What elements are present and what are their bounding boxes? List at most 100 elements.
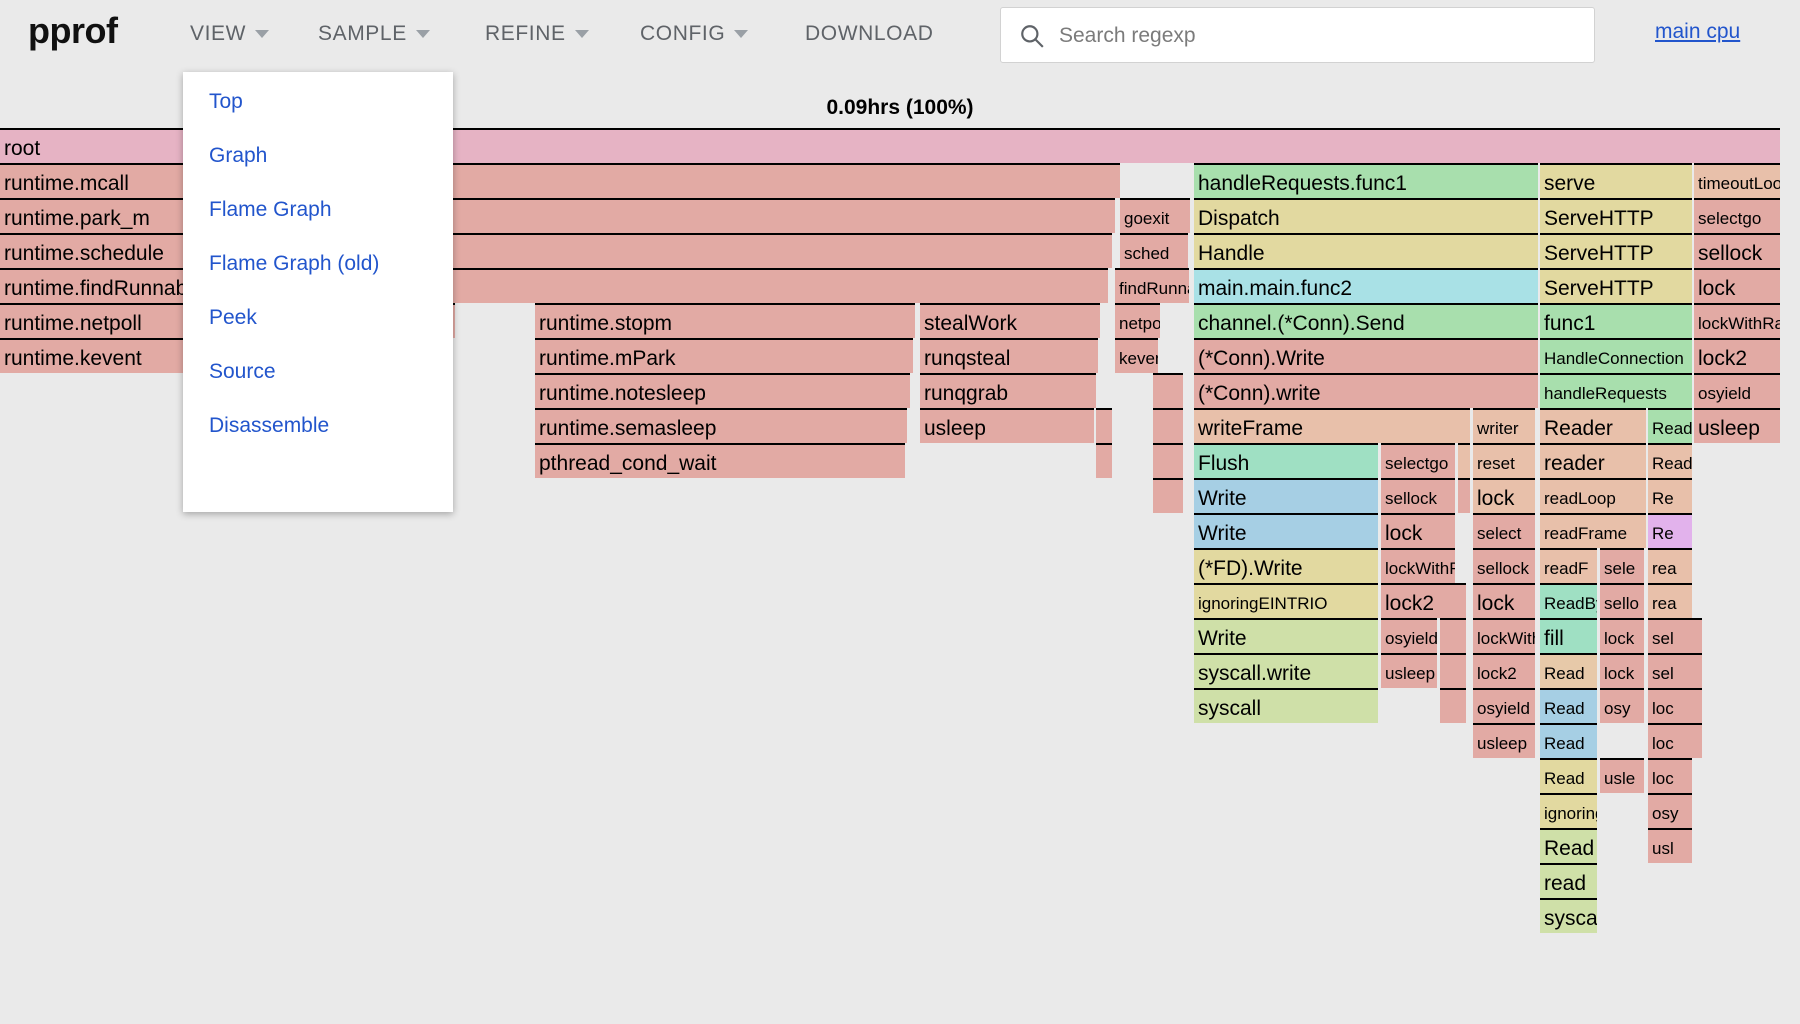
flame-frame[interactable]: ignoringEINTRIO [1540, 793, 1597, 828]
flame-frame[interactable]: syscall [1540, 898, 1597, 933]
menu-sample[interactable]: SAMPLE [318, 22, 430, 46]
flame-frame[interactable]: handleRequests.func1 [1194, 163, 1538, 198]
flame-frame[interactable]: runtime.stopm [535, 303, 915, 338]
view-dropdown-menu[interactable]: Top Graph Flame Graph Flame Graph (old) Peek… [183, 72, 453, 512]
flame-frame[interactable]: sched [1120, 233, 1188, 268]
flame-frame[interactable]: Read [1540, 653, 1597, 688]
flame-frame[interactable]: syscall.write [1194, 653, 1378, 688]
flame-frame[interactable]: lock [1600, 618, 1644, 653]
flame-frame[interactable]: osyield [1381, 618, 1437, 653]
flame-frame[interactable]: selectgo [1694, 198, 1780, 233]
menu-config[interactable]: CONFIG [640, 22, 749, 46]
flame-frame[interactable]: HandleConnection [1540, 338, 1692, 373]
flame-frame[interactable]: runtime.notesleep [535, 373, 910, 408]
flame-frame[interactable]: stealWork [920, 303, 1100, 338]
flame-frame[interactable]: runtime.findRunnable [0, 268, 1108, 303]
flame-frame[interactable]: Write [1194, 478, 1378, 513]
flame-frame-unlabeled[interactable] [1440, 653, 1466, 688]
flame-frame[interactable]: Re [1648, 513, 1692, 548]
flame-frame[interactable]: goexit [1120, 198, 1190, 233]
flame-frame-unlabeled[interactable] [1096, 408, 1112, 443]
flame-frame[interactable]: lock [1473, 583, 1535, 618]
flame-frame[interactable]: Re [1648, 478, 1692, 513]
flame-frame[interactable]: ServeHTTP [1540, 268, 1692, 303]
flame-frame[interactable]: main.main.func2 [1194, 268, 1538, 303]
menu-view[interactable]: VIEW [190, 22, 270, 46]
flame-frame[interactable]: readF [1540, 548, 1597, 583]
flame-frame[interactable]: lock [1381, 513, 1455, 548]
dropdown-item-graph[interactable]: Graph [209, 144, 267, 168]
flame-frame-unlabeled[interactable] [1096, 443, 1112, 478]
profile-link[interactable]: main cpu [1655, 20, 1740, 44]
flame-frame[interactable]: read [1540, 863, 1597, 898]
flame-frame[interactable]: findRunnable [1115, 268, 1189, 303]
flame-frame[interactable]: Write [1194, 513, 1378, 548]
flame-frame[interactable]: osy [1648, 793, 1692, 828]
flame-frame[interactable]: netpoll [1115, 303, 1160, 338]
flame-frame[interactable]: sellock [1694, 233, 1780, 268]
flame-frame[interactable]: rea [1648, 583, 1692, 618]
flame-frame[interactable]: func1 [1540, 303, 1692, 338]
flame-frame[interactable]: reset [1473, 443, 1535, 478]
flame-frame[interactable]: loc [1648, 723, 1692, 758]
flame-frame-unlabeled[interactable] [1153, 478, 1183, 513]
flame-frame[interactable]: writeFrame [1194, 408, 1470, 443]
flame-frame-unlabeled[interactable] [1440, 688, 1466, 723]
flame-frame[interactable]: usl [1648, 828, 1692, 863]
flame-frame-unlabeled[interactable] [1153, 408, 1183, 443]
flame-frame[interactable]: Read [1540, 758, 1597, 793]
flame-frame[interactable]: timeoutLoop [1694, 163, 1780, 198]
flame-frame[interactable]: pthread_cond_wait [535, 443, 905, 478]
flame-frame[interactable]: sel [1648, 618, 1692, 653]
flame-frame[interactable]: osy [1600, 688, 1644, 723]
flame-frame[interactable]: Read [1540, 688, 1597, 723]
flame-frame[interactable]: (*Conn).Write [1194, 338, 1538, 373]
flame-frame[interactable]: Write [1194, 618, 1378, 653]
flame-frame[interactable]: channel.(*Conn).Send [1194, 303, 1538, 338]
flame-frame[interactable]: lockWithRank [1473, 618, 1535, 653]
flame-frame[interactable]: runtime.mcall [0, 163, 1120, 198]
flame-frame-unlabeled[interactable] [1690, 688, 1702, 723]
menu-refine[interactable]: REFINE [485, 22, 589, 46]
flame-frame[interactable]: sellock [1473, 548, 1535, 583]
flame-frame[interactable]: fill [1540, 618, 1597, 653]
flame-frame[interactable]: lock2 [1473, 653, 1535, 688]
flame-frame[interactable]: ReadByte [1540, 583, 1597, 618]
flame-frame[interactable]: syscall [1194, 688, 1378, 723]
flame-frame[interactable]: loc [1648, 758, 1692, 793]
flame-frame[interactable]: runqgrab [920, 373, 1096, 408]
flame-frame-unlabeled[interactable] [1153, 373, 1183, 408]
flame-frame-unlabeled[interactable] [1458, 478, 1470, 513]
dropdown-item-peek[interactable]: Peek [209, 306, 257, 330]
flame-frame[interactable]: ServeHTTP [1540, 233, 1692, 268]
flame-frame[interactable]: lock [1694, 268, 1780, 303]
flame-frame-unlabeled[interactable] [1440, 618, 1466, 653]
flame-frame[interactable]: osyield [1473, 688, 1535, 723]
flame-frame-unlabeled[interactable] [1153, 443, 1183, 478]
flame-frame[interactable]: runtime.mPark [535, 338, 913, 373]
flame-frame[interactable]: readLoop [1540, 478, 1646, 513]
flame-frame-unlabeled[interactable] [1690, 618, 1702, 653]
flame-frame[interactable]: kevent [1115, 338, 1158, 373]
search-input[interactable] [1057, 8, 1581, 64]
flame-frame[interactable]: readFrame [1540, 513, 1646, 548]
flame-frame[interactable]: osyield [1694, 373, 1780, 408]
flame-frame[interactable]: Flush [1194, 443, 1378, 478]
flame-frame[interactable]: Read [1540, 828, 1597, 863]
flame-frame[interactable]: runtime.semasleep [535, 408, 907, 443]
flame-frame[interactable]: sello [1600, 583, 1644, 618]
flame-frame[interactable]: Handle [1194, 233, 1538, 268]
flame-frame[interactable]: usleep [1381, 653, 1437, 688]
flame-frame[interactable]: selectgo [1381, 443, 1455, 478]
flame-frame[interactable]: lock2 [1694, 338, 1780, 373]
flame-frame[interactable]: (*Conn).write [1194, 373, 1538, 408]
flame-frame[interactable]: lockWithRank [1381, 548, 1455, 583]
dropdown-item-top[interactable]: Top [209, 90, 243, 114]
flame-frame[interactable]: loc [1648, 688, 1692, 723]
flame-frame[interactable]: sel [1648, 653, 1692, 688]
flame-frame[interactable]: Reader [1540, 408, 1646, 443]
flame-frame[interactable]: lockWithRank [1694, 303, 1780, 338]
flame-frame[interactable]: usleep [1473, 723, 1535, 758]
flame-frame[interactable]: usleep [920, 408, 1094, 443]
flame-frame[interactable]: reader [1540, 443, 1646, 478]
